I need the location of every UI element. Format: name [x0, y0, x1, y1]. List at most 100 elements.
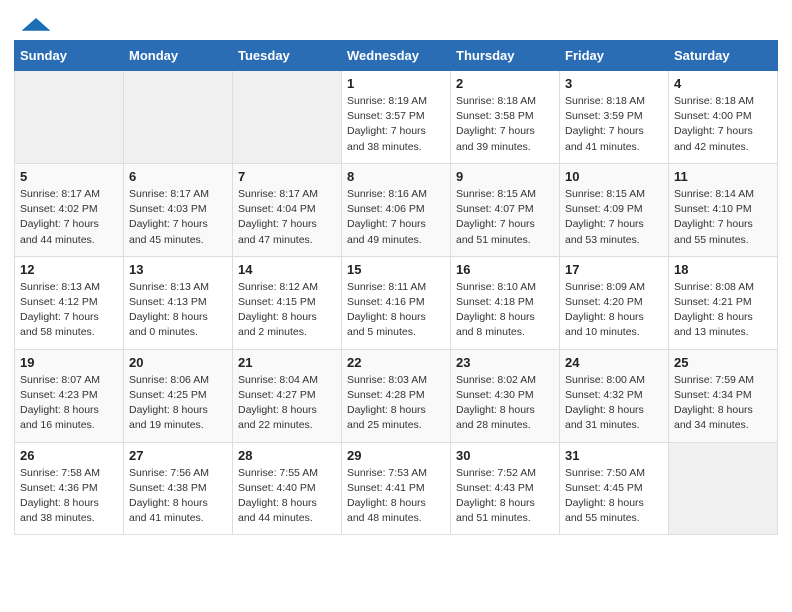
- day-info: Sunrise: 8:12 AMSunset: 4:15 PMDaylight:…: [238, 280, 336, 341]
- calendar-cell: 19 Sunrise: 8:07 AMSunset: 4:23 PMDayligh…: [15, 349, 124, 442]
- calendar-cell: 31 Sunrise: 7:50 AMSunset: 4:45 PMDayligh…: [560, 442, 669, 535]
- column-header-thursday: Thursday: [451, 41, 560, 71]
- day-number: 22: [347, 355, 445, 370]
- calendar-cell: [15, 71, 124, 164]
- calendar-cell: 3 Sunrise: 8:18 AMSunset: 3:59 PMDaylight…: [560, 71, 669, 164]
- day-info: Sunrise: 7:53 AMSunset: 4:41 PMDaylight:…: [347, 466, 445, 527]
- day-info: Sunrise: 8:15 AMSunset: 4:07 PMDaylight:…: [456, 187, 554, 248]
- day-info: Sunrise: 8:14 AMSunset: 4:10 PMDaylight:…: [674, 187, 772, 248]
- calendar-week-1: 1Sunrise: 8:19 AMSunset: 3:57 PMDaylight…: [15, 71, 778, 164]
- day-number: 6: [129, 169, 227, 184]
- calendar-week-4: 19 Sunrise: 8:07 AMSunset: 4:23 PMDayligh…: [15, 349, 778, 442]
- calendar-week-5: 26 Sunrise: 7:58 AMSunset: 4:36 PMDayligh…: [15, 442, 778, 535]
- calendar-cell: 27Sunrise: 7:56 AMSunset: 4:38 PMDayligh…: [124, 442, 233, 535]
- calendar-cell: 1Sunrise: 8:19 AMSunset: 3:57 PMDaylight…: [342, 71, 451, 164]
- calendar-cell: 6Sunrise: 8:17 AMSunset: 4:03 PMDaylight…: [124, 163, 233, 256]
- day-info: Sunrise: 8:03 AMSunset: 4:28 PMDaylight:…: [347, 373, 445, 434]
- calendar-cell: 5Sunrise: 8:17 AMSunset: 4:02 PMDaylight…: [15, 163, 124, 256]
- day-number: 20: [129, 355, 227, 370]
- day-number: 19: [20, 355, 118, 370]
- column-header-sunday: Sunday: [15, 41, 124, 71]
- day-number: 12: [20, 262, 118, 277]
- calendar-cell: 12 Sunrise: 8:13 AMSunset: 4:12 PMDayligh…: [15, 256, 124, 349]
- day-number: 16: [456, 262, 554, 277]
- day-number: 3: [565, 76, 663, 91]
- column-header-saturday: Saturday: [669, 41, 778, 71]
- day-info: Sunrise: 8:10 AMSunset: 4:18 PMDaylight:…: [456, 280, 554, 341]
- calendar-cell: [233, 71, 342, 164]
- calendar-cell: 16 Sunrise: 8:10 AMSunset: 4:18 PMDayligh…: [451, 256, 560, 349]
- calendar-cell: 15Sunrise: 8:11 AMSunset: 4:16 PMDayligh…: [342, 256, 451, 349]
- logo: [20, 16, 52, 36]
- day-number: 14: [238, 262, 336, 277]
- day-number: 13: [129, 262, 227, 277]
- calendar-cell: 9 Sunrise: 8:15 AMSunset: 4:07 PMDaylight…: [451, 163, 560, 256]
- day-number: 26: [20, 448, 118, 463]
- day-info: Sunrise: 8:19 AMSunset: 3:57 PMDaylight:…: [347, 94, 445, 155]
- day-number: 25: [674, 355, 772, 370]
- day-number: 17: [565, 262, 663, 277]
- calendar-cell: [124, 71, 233, 164]
- logo-icon: [20, 16, 52, 36]
- day-info: Sunrise: 7:59 AMSunset: 4:34 PMDaylight:…: [674, 373, 772, 434]
- calendar-cell: 24 Sunrise: 8:00 AMSunset: 4:32 PMDayligh…: [560, 349, 669, 442]
- day-number: 18: [674, 262, 772, 277]
- day-info: Sunrise: 8:02 AMSunset: 4:30 PMDaylight:…: [456, 373, 554, 434]
- day-number: 28: [238, 448, 336, 463]
- calendar-week-2: 5Sunrise: 8:17 AMSunset: 4:02 PMDaylight…: [15, 163, 778, 256]
- day-info: Sunrise: 8:18 AMSunset: 3:59 PMDaylight:…: [565, 94, 663, 155]
- calendar-cell: 17 Sunrise: 8:09 AMSunset: 4:20 PMDayligh…: [560, 256, 669, 349]
- calendar-cell: 7Sunrise: 8:17 AMSunset: 4:04 PMDaylight…: [233, 163, 342, 256]
- calendar-cell: 4 Sunrise: 8:18 AMSunset: 4:00 PMDaylight…: [669, 71, 778, 164]
- calendar-cell: 28 Sunrise: 7:55 AMSunset: 4:40 PMDayligh…: [233, 442, 342, 535]
- day-info: Sunrise: 8:18 AMSunset: 3:58 PMDaylight:…: [456, 94, 554, 155]
- calendar-cell: 8 Sunrise: 8:16 AMSunset: 4:06 PMDaylight…: [342, 163, 451, 256]
- day-info: Sunrise: 8:06 AMSunset: 4:25 PMDaylight:…: [129, 373, 227, 434]
- day-info: Sunrise: 7:58 AMSunset: 4:36 PMDaylight:…: [20, 466, 118, 527]
- day-info: Sunrise: 8:09 AMSunset: 4:20 PMDaylight:…: [565, 280, 663, 341]
- day-info: Sunrise: 8:08 AMSunset: 4:21 PMDaylight:…: [674, 280, 772, 341]
- calendar-cell: [669, 442, 778, 535]
- day-number: 2: [456, 76, 554, 91]
- day-info: Sunrise: 8:16 AMSunset: 4:06 PMDaylight:…: [347, 187, 445, 248]
- calendar-cell: 11Sunrise: 8:14 AMSunset: 4:10 PMDayligh…: [669, 163, 778, 256]
- calendar-cell: 14 Sunrise: 8:12 AMSunset: 4:15 PMDayligh…: [233, 256, 342, 349]
- day-number: 9: [456, 169, 554, 184]
- calendar-cell: 30Sunrise: 7:52 AMSunset: 4:43 PMDayligh…: [451, 442, 560, 535]
- calendar-cell: 10Sunrise: 8:15 AMSunset: 4:09 PMDayligh…: [560, 163, 669, 256]
- calendar-cell: 2 Sunrise: 8:18 AMSunset: 3:58 PMDaylight…: [451, 71, 560, 164]
- calendar-cell: 22 Sunrise: 8:03 AMSunset: 4:28 PMDayligh…: [342, 349, 451, 442]
- day-number: 29: [347, 448, 445, 463]
- day-info: Sunrise: 8:07 AMSunset: 4:23 PMDaylight:…: [20, 373, 118, 434]
- day-info: Sunrise: 7:55 AMSunset: 4:40 PMDaylight:…: [238, 466, 336, 527]
- day-number: 15: [347, 262, 445, 277]
- calendar-table: SundayMondayTuesdayWednesdayThursdayFrid…: [14, 40, 778, 535]
- calendar-container: SundayMondayTuesdayWednesdayThursdayFrid…: [0, 40, 792, 549]
- day-number: 23: [456, 355, 554, 370]
- day-number: 4: [674, 76, 772, 91]
- day-info: Sunrise: 8:04 AMSunset: 4:27 PMDaylight:…: [238, 373, 336, 434]
- column-header-monday: Monday: [124, 41, 233, 71]
- day-number: 31: [565, 448, 663, 463]
- day-info: Sunrise: 8:13 AMSunset: 4:12 PMDaylight:…: [20, 280, 118, 341]
- calendar-cell: 20 Sunrise: 8:06 AMSunset: 4:25 PMDayligh…: [124, 349, 233, 442]
- day-info: Sunrise: 8:18 AMSunset: 4:00 PMDaylight:…: [674, 94, 772, 155]
- calendar-cell: 23 Sunrise: 8:02 AMSunset: 4:30 PMDayligh…: [451, 349, 560, 442]
- day-number: 8: [347, 169, 445, 184]
- page-header: [0, 0, 792, 40]
- calendar-cell: 25 Sunrise: 7:59 AMSunset: 4:34 PMDayligh…: [669, 349, 778, 442]
- day-info: Sunrise: 8:15 AMSunset: 4:09 PMDaylight:…: [565, 187, 663, 248]
- day-info: Sunrise: 8:17 AMSunset: 4:02 PMDaylight:…: [20, 187, 118, 248]
- calendar-header-row: SundayMondayTuesdayWednesdayThursdayFrid…: [15, 41, 778, 71]
- column-header-tuesday: Tuesday: [233, 41, 342, 71]
- day-info: Sunrise: 8:00 AMSunset: 4:32 PMDaylight:…: [565, 373, 663, 434]
- calendar-cell: 18 Sunrise: 8:08 AMSunset: 4:21 PMDayligh…: [669, 256, 778, 349]
- day-number: 24: [565, 355, 663, 370]
- day-info: Sunrise: 7:50 AMSunset: 4:45 PMDaylight:…: [565, 466, 663, 527]
- calendar-cell: 13Sunrise: 8:13 AMSunset: 4:13 PMDayligh…: [124, 256, 233, 349]
- calendar-cell: 21Sunrise: 8:04 AMSunset: 4:27 PMDayligh…: [233, 349, 342, 442]
- day-number: 7: [238, 169, 336, 184]
- day-info: Sunrise: 7:52 AMSunset: 4:43 PMDaylight:…: [456, 466, 554, 527]
- calendar-cell: 29 Sunrise: 7:53 AMSunset: 4:41 PMDayligh…: [342, 442, 451, 535]
- calendar-week-3: 12 Sunrise: 8:13 AMSunset: 4:12 PMDayligh…: [15, 256, 778, 349]
